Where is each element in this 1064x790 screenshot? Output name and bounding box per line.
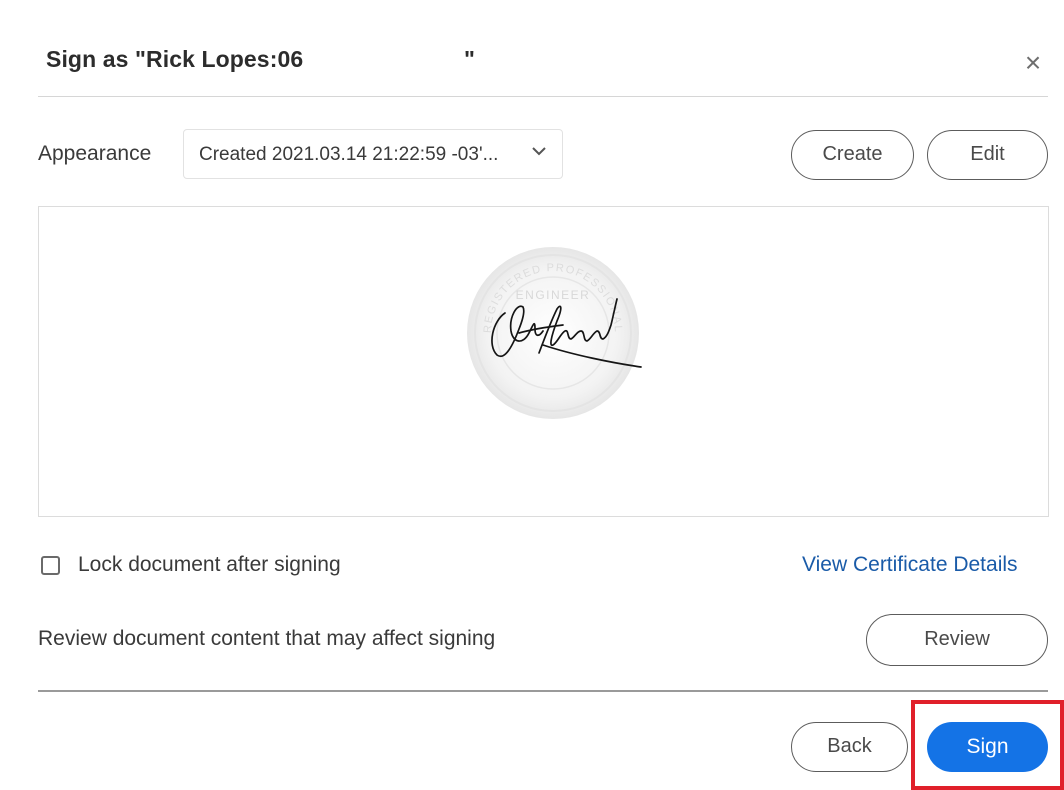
engineer-seal-icon: REGISTERED PROFESSIONAL ENGINEER — [453, 233, 653, 433]
close-icon[interactable]: × — [1018, 48, 1048, 78]
edit-button-label: Edit — [970, 143, 1005, 165]
sign-button-highlight — [911, 700, 1064, 790]
view-certificate-link[interactable]: View Certificate Details — [802, 553, 1018, 577]
dialog-title: Sign as "Rick Lopes:06 — [46, 46, 304, 72]
create-button[interactable]: Create — [791, 130, 914, 180]
review-button[interactable]: Review — [866, 614, 1048, 666]
redacted-region — [342, 40, 460, 78]
appearance-selected-value: Created 2021.03.14 21:22:59 -03'... — [199, 144, 499, 165]
footer-divider — [38, 690, 1048, 692]
back-button[interactable]: Back — [791, 722, 908, 772]
create-button-label: Create — [822, 143, 883, 165]
edit-button[interactable]: Edit — [927, 130, 1048, 180]
signature-preview: REGISTERED PROFESSIONAL ENGINEER — [38, 206, 1049, 517]
review-button-label: Review — [924, 628, 990, 650]
review-description: Review document content that may affect … — [38, 627, 496, 650]
header-divider — [38, 96, 1048, 97]
appearance-label: Appearance — [38, 142, 152, 165]
appearance-dropdown[interactable]: Created 2021.03.14 21:22:59 -03'... — [183, 129, 563, 179]
chevron-down-icon — [532, 147, 546, 156]
dialog-title-suffix: " — [464, 46, 475, 72]
sign-dialog: Sign as "Rick Lopes:06 " × Appearance Cr… — [0, 0, 1064, 790]
lock-document-checkbox[interactable] — [41, 556, 60, 575]
handwritten-signature-icon — [491, 298, 642, 368]
lock-document-label: Lock document after signing — [78, 553, 341, 576]
back-button-label: Back — [827, 735, 872, 757]
